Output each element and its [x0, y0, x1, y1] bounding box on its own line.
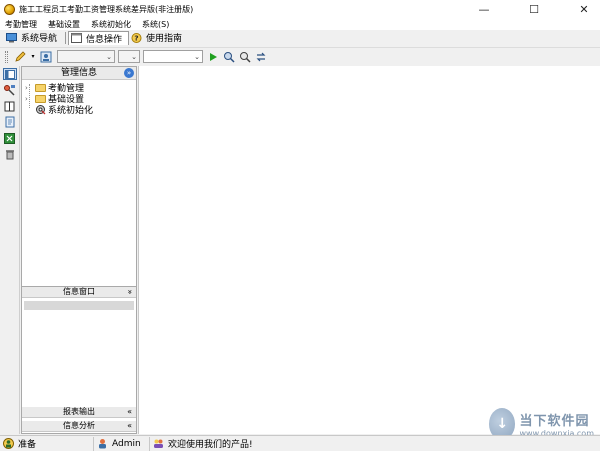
main-content-area[interactable] — [138, 66, 600, 434]
panel-expand-icon[interactable]: » — [124, 68, 134, 78]
toolbar-grip[interactable] — [5, 50, 8, 63]
svg-text:?: ? — [134, 33, 138, 42]
info-window-title: 信息窗口 — [63, 287, 95, 296]
chevron-down-icon[interactable]: ▾ — [30, 51, 36, 63]
settings-icon — [36, 105, 46, 115]
status-user: Admin — [94, 436, 150, 451]
tree-item-label: 系统初始化 — [48, 106, 94, 116]
help-icon: ? — [131, 32, 142, 43]
status-ready: 准备 — [0, 436, 94, 451]
chevron-down-icon: ⌄ — [131, 52, 137, 61]
status-message: 欢迎使用我们的产品! — [150, 437, 253, 451]
menu-system-init[interactable]: 系统初始化 — [86, 19, 137, 30]
folder-icon — [35, 94, 46, 103]
nav-panel-icon[interactable] — [2, 68, 17, 80]
toolbar: ▾ ⌄ ⌄ ⌄ — [0, 47, 600, 65]
nav-tree: › 考勤管理 › 基础设置 · 系统初始化 — [22, 80, 136, 116]
chevron-double-left-icon[interactable]: « — [127, 407, 132, 417]
folder-icon — [35, 83, 46, 92]
info-window-row — [24, 301, 134, 310]
maximize-button[interactable]: ☐ — [518, 0, 550, 18]
window-icon — [71, 33, 83, 43]
info-window-section: 信息窗口 » — [22, 286, 136, 407]
trash-icon[interactable] — [3, 148, 17, 160]
close-button[interactable]: ✕ — [568, 0, 600, 18]
user-card-icon[interactable] — [40, 51, 52, 63]
tab-info-operation-label: 信息操作 — [86, 34, 123, 45]
spreadsheet-icon[interactable] — [3, 132, 17, 144]
status-ready-icon — [3, 438, 14, 449]
filter-combo-2[interactable]: ⌄ — [118, 50, 140, 63]
book-icon[interactable] — [3, 100, 17, 112]
tab-user-guide-label: 使用指南 — [146, 34, 183, 44]
app-icon — [4, 3, 15, 15]
status-message-text: 欢迎使用我们的产品! — [168, 440, 253, 450]
panel-header: 管理信息 » — [22, 67, 136, 80]
document-icon[interactable] — [3, 116, 17, 128]
search-user-icon[interactable] — [223, 51, 235, 63]
panel-title: 管理信息 — [60, 68, 97, 78]
nav-tabs: 系统导航 信息操作 ? 使用指南 — [0, 30, 600, 45]
watermark-text: 当下软件园 www.downxia.com — [519, 410, 594, 438]
left-icon-strip — [0, 66, 20, 434]
minimize-button[interactable]: — — [468, 0, 500, 18]
management-panel: 管理信息 » › 考勤管理 › 基础设置 · 系统初始化 信息窗口 » 报表输出 — [21, 66, 137, 434]
tools-icon[interactable] — [3, 84, 17, 96]
chevron-double-down-icon[interactable]: » — [125, 290, 135, 295]
info-window-header[interactable]: 信息窗口 » — [22, 287, 136, 298]
chevron-double-left-icon[interactable]: « — [127, 421, 132, 431]
status-bar: 准备 Admin 欢迎使用我们的产品! — [0, 435, 600, 451]
chevron-down-icon: ⌄ — [194, 52, 200, 61]
menu-system[interactable]: 系统(S) — [137, 19, 175, 30]
info-analysis-section[interactable]: 信息分析 « — [22, 421, 136, 432]
users-icon — [154, 439, 163, 448]
filter-combo-3[interactable]: ⌄ — [143, 50, 203, 63]
title-bar: 施工工程员工考勤工资管理系统差异版(非注册版) — ☐ ✕ — [0, 0, 600, 18]
tree-expander-icon[interactable]: › — [25, 84, 33, 92]
tab-user-guide[interactable]: ? 使用指南 — [129, 31, 188, 45]
info-analysis-title: 信息分析 — [63, 421, 95, 430]
window-title: 施工工程员工考勤工资管理系统差异版(非注册版) — [19, 4, 194, 14]
pencil-icon[interactable] — [14, 50, 26, 63]
report-output-title: 报表输出 — [63, 407, 95, 416]
status-user-text: Admin — [112, 438, 141, 449]
watermark-name: 当下软件园 — [519, 414, 590, 429]
status-ready-text: 准备 — [18, 440, 37, 450]
monitor-icon — [6, 32, 17, 42]
chevron-down-icon: ⌄ — [106, 52, 112, 61]
menu-bar: 考勤管理 基础设置 系统初始化 系统(S) — [0, 18, 600, 30]
user-icon — [99, 439, 106, 449]
tab-divider — [65, 31, 67, 44]
refresh-icon[interactable] — [255, 51, 267, 63]
menu-basic-settings[interactable]: 基础设置 — [43, 19, 86, 30]
tab-info-operation[interactable]: 信息操作 — [68, 30, 130, 45]
tree-expander-icon[interactable]: › — [25, 95, 33, 103]
tab-system-nav[interactable]: 系统导航 — [4, 31, 63, 45]
search-doc-icon[interactable] — [239, 51, 251, 63]
tab-system-nav-label: 系统导航 — [21, 34, 58, 44]
info-analysis-header[interactable]: 信息分析 « — [22, 421, 136, 432]
report-output-section[interactable]: 报表输出 « — [22, 407, 136, 418]
tree-item-system-init[interactable]: · 系统初始化 — [22, 104, 136, 116]
play-icon[interactable] — [207, 51, 219, 63]
report-output-header[interactable]: 报表输出 « — [22, 407, 136, 418]
filter-combo-1[interactable]: ⌄ — [57, 50, 115, 63]
menu-attendance[interactable]: 考勤管理 — [0, 19, 43, 30]
